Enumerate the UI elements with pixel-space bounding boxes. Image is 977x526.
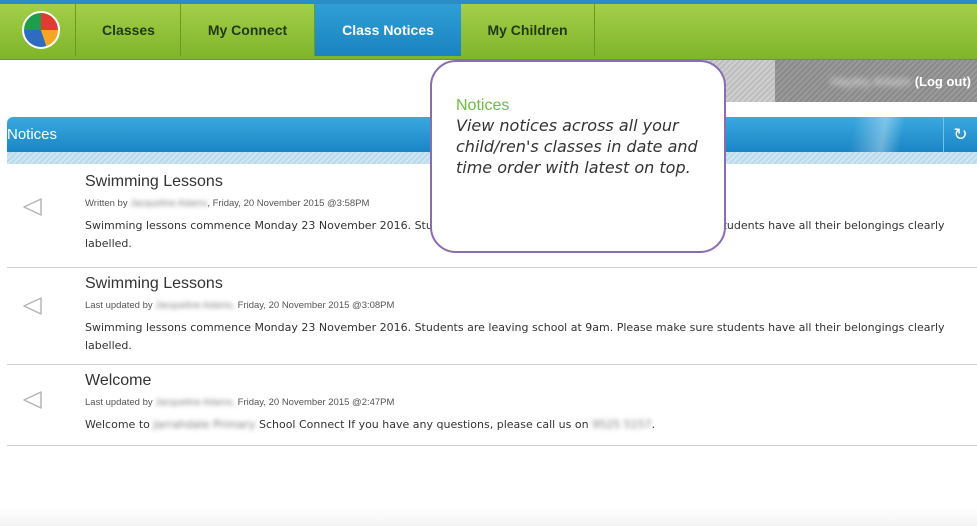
tab-my-connect[interactable]: My Connect [181, 4, 315, 56]
top-navigation-bar: Classes My Connect Class Notices My Chil… [0, 0, 977, 60]
notice-meta: Last updated by Jacqueline Adams, Friday… [85, 300, 975, 312]
footer-shade [0, 508, 977, 526]
notice-text: Welcome to Jarrahdale Primary School Con… [85, 416, 975, 434]
logout-link[interactable]: (Log out) [915, 74, 971, 89]
megaphone-icon [23, 391, 42, 409]
meta-prefix: Last updated by [85, 397, 153, 408]
notice-title: Swimming Lessons [85, 275, 223, 292]
notice-content: Swimming Lessons Last updated by Jacquel… [85, 274, 975, 355]
help-callout: Notices View notices across all your chi… [430, 60, 726, 253]
text-prefix: Welcome to [85, 418, 154, 431]
refresh-icon: ↻ [953, 124, 968, 145]
notice-date: , Friday, 20 November 2015 @3:58PM [207, 198, 370, 209]
notice-item[interactable]: Swimming Lessons Last updated by Jacquel… [7, 268, 977, 365]
text-middle: School Connect If you have any questions… [255, 418, 593, 431]
notice-meta: Last updated by Jacqueline Adams, Friday… [85, 397, 975, 409]
megaphone-icon [23, 198, 42, 216]
notice-item[interactable]: Welcome Last updated by Jacqueline Adams… [7, 365, 977, 446]
panel-title: Notices [7, 126, 58, 143]
author-name: Jacqueline Adams, [155, 300, 235, 311]
notice-date: Friday, 20 November 2015 @3:08PM [235, 300, 395, 311]
notice-date: Friday, 20 November 2015 @2:47PM [235, 397, 395, 408]
user-name: Hayley Arkam [830, 73, 911, 89]
header-shine [817, 117, 937, 152]
notice-title: Welcome [85, 372, 152, 389]
megaphone-icon [23, 297, 42, 315]
meta-prefix: Last updated by [85, 300, 153, 311]
text-suffix: . [651, 418, 656, 431]
tab-class-notices[interactable]: Class Notices [315, 4, 461, 56]
author-name: Jacqueline Adams [130, 198, 208, 209]
tab-classes[interactable]: Classes [77, 4, 181, 56]
user-info: Hayley Arkam (Log out) [775, 60, 977, 102]
main-nav: Classes My Connect Class Notices My Chil… [77, 4, 595, 56]
notice-text: Swimming lessons commence Monday 23 Nove… [85, 321, 945, 352]
refresh-button[interactable]: ↻ [943, 117, 977, 152]
notice-content: Welcome Last updated by Jacqueline Adams… [85, 371, 975, 434]
tab-my-children[interactable]: My Children [461, 4, 595, 56]
callout-text: View notices across all your child/ren's… [456, 116, 698, 177]
app-logo[interactable] [6, 4, 76, 56]
meta-prefix: Written by [85, 198, 128, 209]
logo-icon [21, 11, 60, 49]
school-name: Jarrahdale Primary [153, 418, 256, 431]
callout-title: Notices [456, 97, 510, 114]
phone-number: 9525 5157 [592, 418, 652, 431]
author-name: Jacqueline Adams, [155, 397, 235, 408]
